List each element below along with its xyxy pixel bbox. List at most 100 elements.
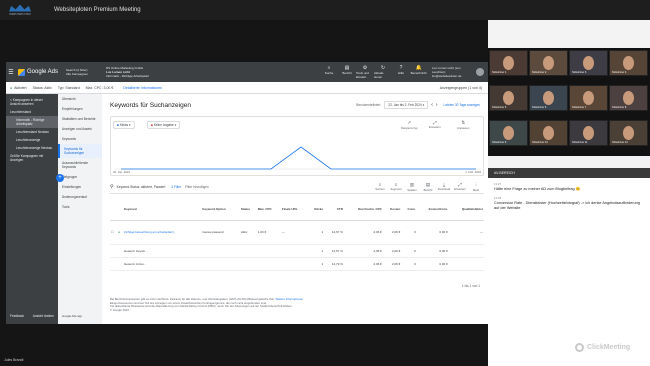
table-row[interactable]: Gesamt: Anzei... 1 14,79 % 2,06 €2,06 €0 0,0… <box>110 257 484 271</box>
change-view-link[interactable]: Ansicht ändern <box>33 314 54 318</box>
app-badge[interactable]: Google Ads app <box>62 314 82 318</box>
video-grid: Teilnehmer 1 Teilnehmer 2 Teilnehmer 3 Teil… <box>488 48 650 156</box>
table-cell: 1 <box>307 244 325 258</box>
date-range-picker[interactable]: 22. Jan bis 2. Feb 2024 ▾ <box>384 101 429 109</box>
search-table-button[interactable]: ⌕ Suchen <box>372 182 388 192</box>
table-cell: 14,67 % <box>324 244 344 258</box>
column-header[interactable]: Keyword-Option <box>201 198 240 221</box>
nav-item[interactable]: Keywords <box>58 134 102 144</box>
report-table-button[interactable]: ▤ Bericht <box>420 182 436 192</box>
feedback-link[interactable]: Feedback <box>10 314 24 318</box>
participant-video[interactable]: Teilnehmer 6 <box>529 85 568 111</box>
add-filter-link[interactable]: Filter hinzufügen <box>185 185 209 189</box>
adgroup-pager[interactable]: Anzeigengruppen (1 von 4) <box>440 86 482 90</box>
table-cell: 0 <box>401 220 417 245</box>
participant-face <box>503 56 514 70</box>
tools-tool-button[interactable]: ⚙ Tools und Einstell. <box>356 65 374 79</box>
refresh-tool-button[interactable]: ↻ Aktuali-sieren <box>374 65 392 79</box>
menu-icon[interactable]: ☰ <box>6 69 16 76</box>
sidebar-item[interactable]: Leuchtenanzeige <box>6 136 58 144</box>
nav-item[interactable]: Einstellungen <box>58 182 102 192</box>
table-cell: — <box>280 220 308 245</box>
column-header[interactable]: Keyword <box>122 198 202 221</box>
campaign-selector[interactable]: DS Online Marketing GmbH Lux Lumen Licht I… <box>106 66 176 78</box>
sidebar-item[interactable]: Leuchtenanzeige Neubau <box>6 144 58 152</box>
column-header[interactable]: Klicks <box>307 198 325 221</box>
column-header[interactable]: CTR <box>324 198 344 221</box>
main-content: Keywords für Suchanzeigen Benutzerdefini… <box>102 94 488 324</box>
participant-video[interactable]: Teilnehmer 2 <box>529 50 568 76</box>
more-info-link[interactable]: Weitere Informationen <box>275 297 302 301</box>
next-date-icon[interactable]: › <box>436 102 438 108</box>
prev-date-icon[interactable]: ‹ <box>431 102 433 108</box>
column-header[interactable]: Finale URL <box>280 198 308 221</box>
nav-item[interactable]: Empfehlungen <box>58 104 102 114</box>
more-table-button[interactable]: ⋮ Mehr <box>468 182 484 192</box>
table-cell <box>448 244 484 258</box>
table-pager[interactable]: 1 bis 1 von 1 <box>462 284 480 288</box>
participant-video[interactable]: Teilnehmer 7 <box>569 85 608 111</box>
filter-icon[interactable]: ⚲ <box>110 184 114 190</box>
table-cell: 14,67 % <box>324 220 344 245</box>
participant-face <box>583 56 594 70</box>
nav-item[interactable]: Auszuschließende Keywords <box>58 158 102 172</box>
sidebar-item[interactable]: Größte Kampagnen mit Anzeigen <box>6 152 58 164</box>
participant-video[interactable]: Teilnehmer 10 <box>529 120 568 146</box>
user-info[interactable]: Lux Lumen Licht (Lux Leuchten) lux@websit… <box>432 66 472 78</box>
bell-tool-button[interactable]: 🔔 Benachricht. <box>410 65 428 79</box>
row-checkbox[interactable]: ☐ <box>111 230 114 234</box>
chart-x-end: 1. Feb. 2024 <box>465 170 481 174</box>
participant-video[interactable]: Teilnehmer 1 <box>489 50 528 76</box>
table-row[interactable]: Gesamt: Keywo... 1 14,67 % 2,06 €2,06 €0 0,0… <box>110 244 484 258</box>
table-cell: Gesamt: Anzei... <box>122 257 202 271</box>
nav-item[interactable]: Änderungsverlauf <box>58 192 102 202</box>
google-ads-logo[interactable]: Google Ads <box>18 68 66 76</box>
participant-video[interactable]: Teilnehmer 12 <box>609 120 648 146</box>
nav-item[interactable]: Anzeigen und Assets <box>58 124 102 134</box>
participant-video[interactable]: Teilnehmer 8 <box>609 85 648 111</box>
participant-video[interactable]: Teilnehmer 11 <box>569 120 608 146</box>
table-cell <box>280 257 308 271</box>
column-header[interactable]: Status <box>239 198 257 221</box>
table-row[interactable]: ☐ ● [richtige beleuchtung am arbeitsplatz]… <box>110 220 484 245</box>
add-button[interactable]: + <box>56 174 64 182</box>
sidebar-item[interactable]: Leuchtenstand <box>6 108 58 116</box>
column-header[interactable] <box>110 198 118 221</box>
help-tool-button[interactable]: ? Hilfe <box>392 65 410 79</box>
column-header[interactable]: Conv. <box>401 198 417 221</box>
report-tool-button[interactable]: ▤ Bericht <box>338 65 356 79</box>
filter-hint[interactable]: Keyword-Status: aktiviert, Pausiert <box>117 185 166 189</box>
sidebar-note[interactable]: < Kampagnen in dieser Ansicht ansehen <box>6 94 58 108</box>
search-tool-button[interactable]: ⌕ Suche <box>320 65 338 79</box>
participant-video[interactable]: Teilnehmer 5 <box>489 85 528 111</box>
column-header[interactable]: Max. CPC <box>256 198 281 221</box>
last-days-link[interactable]: Letzten 30 Tage anzeigen <box>444 103 480 107</box>
nav-item[interactable]: Übersicht <box>58 94 102 104</box>
participant-video[interactable]: Teilnehmer 9 <box>489 120 528 146</box>
avatar[interactable] <box>476 68 484 76</box>
participant-face <box>623 56 634 70</box>
table-cell <box>256 244 281 258</box>
account-selector[interactable]: Search (2 Filter) Alle Kampagnen <box>66 68 106 76</box>
type-text: Typ: Standard <box>57 85 80 90</box>
participant-video[interactable]: Teilnehmer 4 <box>609 50 648 76</box>
nav-item[interactable]: Statistiken und Berichte <box>58 114 102 124</box>
nav-item[interactable]: Tools <box>58 202 102 212</box>
nav-item[interactable]: Zielgruppe <box>58 172 102 182</box>
columns-table-button[interactable]: ▥ Spalten <box>404 182 420 192</box>
download-table-button[interactable]: ⤓ Download <box>436 182 452 192</box>
column-header[interactable]: Durchschn. CPC <box>343 198 383 221</box>
column-header[interactable]: Qualitätsfaktor <box>448 198 484 221</box>
sidebar-item[interactable]: Leuchtenstand Neubau <box>6 128 58 136</box>
sidebar-item[interactable]: Informativ - Richtige Arbeitsplatz <box>6 116 58 128</box>
table-cell: [richtige beleuchtung am arbeitsplatz] <box>122 220 202 245</box>
nav-item[interactable]: Keywords für Suchanzeigen <box>58 144 102 158</box>
column-header[interactable]: Kosten/Conv. <box>416 198 449 221</box>
shared-screen: ☰ Google Ads Search (2 Filter) Alle Kampa… <box>6 62 488 324</box>
details-link[interactable]: Detaillierte Informationen <box>123 86 162 90</box>
column-header[interactable]: Kosten <box>382 198 402 221</box>
segment-table-button[interactable]: ≡ Segment <box>388 182 404 192</box>
expand-table-button[interactable]: ⤢ Erweitern <box>452 182 468 192</box>
filter-count[interactable]: 2 Filter <box>171 185 181 189</box>
participant-video[interactable]: Teilnehmer 3 <box>569 50 608 76</box>
